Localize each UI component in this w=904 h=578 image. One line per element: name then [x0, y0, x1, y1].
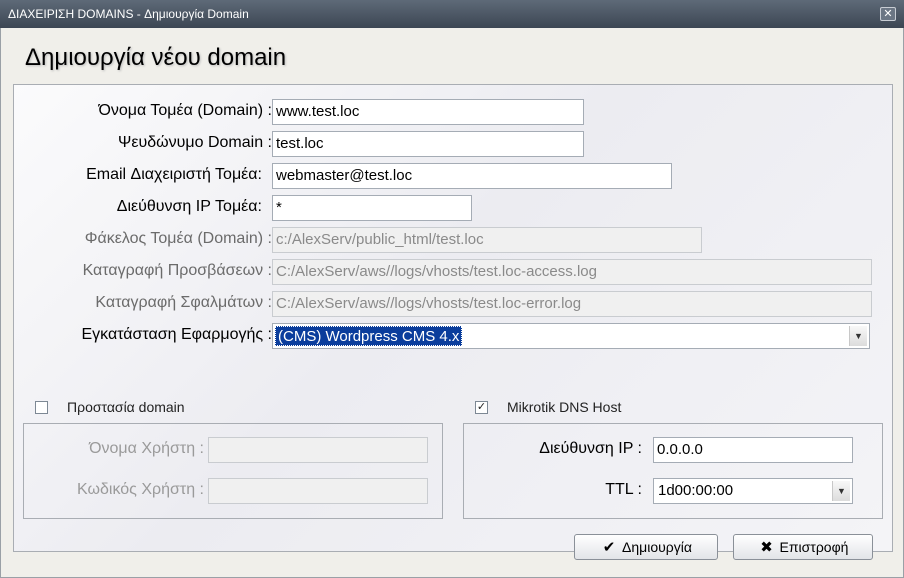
create-button[interactable]: ✔ Δημιουργία — [574, 534, 718, 560]
mikrotik-group: Διεύθυνση IP : 0.0.0.0 TTL : 1d00:00:00 … — [463, 423, 883, 519]
create-button-label: Δημιουργία — [622, 539, 692, 555]
app-install-label: Εγκατάσταση Εφαρμογής : — [81, 326, 272, 343]
chevron-down-icon[interactable]: ▼ — [849, 326, 867, 346]
folder-input[interactable]: c:/AlexServ/public_html/test.loc — [272, 227, 702, 253]
protection-checkbox[interactable] — [35, 401, 48, 414]
window-title: ΔΙΑΧΕΙΡΙΣΗ DOMAINS - Δημιουργία Domain — [8, 7, 249, 21]
form-panel: Όνομα Τομέα (Domain) : www.test.loc Ψευδ… — [13, 84, 893, 552]
admin-email-input[interactable]: webmaster@test.loc — [272, 163, 672, 189]
back-button-label: Επιστροφή — [779, 539, 849, 555]
protection-label: Προστασία domain — [67, 399, 185, 415]
mikrotik-label: Mikrotik DNS Host — [507, 399, 622, 415]
app-install-select[interactable]: (CMS) Wordpress CMS 4.x ▼ — [272, 323, 870, 349]
password-label: Κωδικός Χρήστη : — [77, 481, 204, 498]
username-label: Όνομα Χρήστη : — [89, 440, 204, 457]
title-bar: ΔΙΑΧΕΙΡΙΣΗ DOMAINS - Δημιουργία Domain ✕ — [0, 0, 904, 28]
password-input[interactable] — [208, 478, 428, 504]
ttl-label: TTL : — [605, 481, 642, 498]
back-button[interactable]: ✖ Επιστροφή — [733, 534, 873, 560]
domain-name-input[interactable]: www.test.loc — [272, 99, 584, 125]
access-log-input[interactable]: C:/AlexServ/aws//logs/vhosts/test.loc-ac… — [272, 259, 872, 285]
dialog-body: Δημιουργία νέου domain Όνομα Τομέα (Doma… — [0, 28, 904, 578]
checkmark-icon: ✔ — [602, 539, 616, 556]
folder-label: Φάκελος Τομέα (Domain) : — [84, 230, 272, 247]
error-log-label: Καταγραφή Σφαλμάτων : — [95, 294, 272, 311]
mikrotik-checkbox[interactable]: ✓ — [475, 401, 488, 414]
domain-name-label: Όνομα Τομέα (Domain) : — [98, 102, 272, 119]
alias-label: Ψευδώνυμο Domain : — [118, 134, 272, 151]
domain-ip-label: Διεύθυνση IP Τομέα: — [116, 198, 262, 215]
ttl-selected: 1d00:00:00 — [658, 482, 734, 499]
chevron-down-icon[interactable]: ▼ — [832, 481, 850, 501]
mikrotik-ip-label: Διεύθυνση IP : — [539, 440, 642, 457]
access-log-label: Καταγραφή Προσβάσεων : — [82, 262, 272, 279]
cross-icon: ✖ — [760, 539, 773, 556]
mikrotik-ip-input[interactable]: 0.0.0.0 — [653, 437, 853, 463]
page-title: Δημιουργία νέου domain — [25, 44, 287, 71]
alias-input[interactable]: test.loc — [272, 131, 584, 157]
app-install-selected: (CMS) Wordpress CMS 4.x — [275, 326, 463, 346]
domain-ip-input[interactable]: * — [272, 195, 472, 221]
protection-group: Όνομα Χρήστη : Κωδικός Χρήστη : — [23, 423, 443, 519]
admin-email-label: Email Διαχειριστή Τομέα: — [86, 166, 262, 183]
close-icon[interactable]: ✕ — [880, 7, 896, 21]
ttl-select[interactable]: 1d00:00:00 ▼ — [653, 478, 853, 504]
error-log-input[interactable]: C:/AlexServ/aws//logs/vhosts/test.loc-er… — [272, 291, 872, 317]
username-input[interactable] — [208, 437, 428, 463]
